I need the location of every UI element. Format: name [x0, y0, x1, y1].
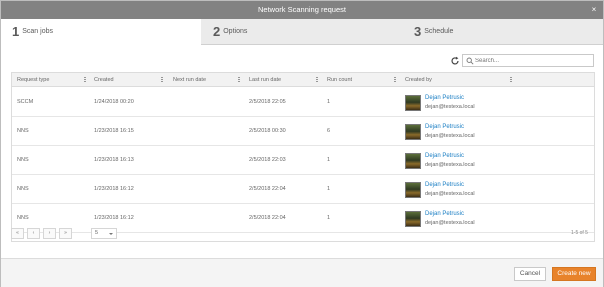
last-page-button[interactable]: »: [59, 228, 72, 239]
cancel-button[interactable]: Cancel: [514, 267, 546, 281]
cell-last-run: 2/5/2018 22:03: [249, 157, 286, 163]
avatar: [405, 182, 421, 198]
title-bar: Network Scanning request ×: [1, 1, 603, 19]
column-menu-icon[interactable]: [509, 76, 513, 84]
user-name-link[interactable]: Dejan Petrusic: [425, 152, 464, 160]
table-row[interactable]: NNS 1/23/2018 16:12 2/5/2018 22:04 1 Dej…: [12, 175, 594, 204]
tab-schedule[interactable]: 3 Schedule: [414, 19, 594, 45]
avatar: [405, 211, 421, 227]
user-name-link[interactable]: Dejan Petrusic: [425, 210, 464, 218]
column-menu-icon[interactable]: [393, 76, 397, 84]
close-icon[interactable]: ×: [588, 4, 600, 16]
cell-request-type: NNS: [17, 157, 29, 163]
page-info: 1-5 of 5: [571, 230, 588, 236]
user-email: dejan@testexa.local: [425, 162, 475, 168]
user-name-link[interactable]: Dejan Petrusic: [425, 181, 464, 189]
tab-label: Scan jobs: [22, 28, 53, 35]
tab-label: Options: [223, 28, 248, 35]
tab-options[interactable]: 2 Options: [213, 19, 403, 45]
column-header-request-type[interactable]: Request type: [17, 73, 49, 87]
cell-request-type: SCCM: [17, 99, 34, 105]
column-header-next-run-date[interactable]: Next run date: [173, 73, 206, 87]
user-name-link[interactable]: Dejan Petrusic: [425, 94, 464, 102]
prev-page-button[interactable]: ‹: [27, 228, 40, 239]
cell-last-run: 2/5/2018 00:30: [249, 128, 286, 134]
column-menu-icon[interactable]: [83, 76, 87, 84]
avatar: [405, 95, 421, 111]
column-header-last-run-date[interactable]: Last run date: [249, 73, 281, 87]
user-email: dejan@testexa.local: [425, 220, 475, 226]
column-menu-icon[interactable]: [315, 76, 319, 84]
avatar: [405, 153, 421, 169]
cell-created: 1/23/2018 16:13: [94, 157, 134, 163]
cell-last-run: 2/5/2018 22:05: [249, 99, 286, 105]
page-size-select[interactable]: 5: [91, 228, 117, 239]
create-new-button[interactable]: Create new: [552, 267, 596, 281]
scan-jobs-table: Request type Created Next run date Last …: [11, 72, 595, 242]
cell-run-count: 6: [327, 128, 331, 134]
wizard-tabs: 1 Scan jobs 2 Options 3 Schedule: [1, 19, 603, 46]
window-title: Network Scanning request: [258, 5, 346, 14]
column-menu-icon[interactable]: [160, 76, 164, 84]
search-input[interactable]: [475, 56, 591, 66]
refresh-icon[interactable]: [450, 56, 460, 66]
column-header-created-by[interactable]: Created by: [405, 73, 432, 87]
search-icon: [466, 57, 474, 65]
cell-request-type: NNS: [17, 186, 29, 192]
cell-request-type: NNS: [17, 128, 29, 134]
table-header: Request type Created Next run date Last …: [12, 73, 594, 87]
cell-run-count: 1: [327, 186, 331, 192]
column-header-run-count[interactable]: Run count: [327, 73, 352, 87]
cell-run-count: 1: [327, 157, 331, 163]
cell-run-count: 1: [327, 215, 331, 221]
cell-last-run: 2/5/2018 22:04: [249, 215, 286, 221]
cell-created: 1/23/2018 16:12: [94, 186, 134, 192]
cell-run-count: 1: [327, 99, 331, 105]
table-row[interactable]: NNS 1/23/2018 16:13 2/5/2018 22:03 1 Dej…: [12, 146, 594, 175]
column-header-created[interactable]: Created: [94, 73, 114, 87]
tab-number: 2: [213, 24, 221, 39]
table-row[interactable]: SCCM 1/24/2018 00:20 2/5/2018 22:05 1 De…: [12, 88, 594, 117]
table-row[interactable]: NNS 1/23/2018 16:15 2/5/2018 00:30 6 Dej…: [12, 117, 594, 146]
tab-label: Schedule: [424, 28, 454, 35]
user-email: dejan@testexa.local: [425, 133, 475, 139]
dialog-footer: Cancel Create new: [1, 258, 603, 287]
cell-created: 1/24/2018 00:20: [94, 99, 134, 105]
next-page-button[interactable]: ›: [43, 228, 56, 239]
chevron-down-icon: [109, 233, 113, 235]
user-email: dejan@testexa.local: [425, 191, 475, 197]
user-email: dejan@testexa.local: [425, 104, 475, 110]
cell-created: 1/23/2018 16:15: [94, 128, 134, 134]
column-menu-icon[interactable]: [237, 76, 241, 84]
page-size-value: 5: [95, 230, 99, 236]
tab-scan-jobs[interactable]: 1 Scan jobs: [1, 19, 201, 46]
tab-number: 3: [414, 24, 422, 39]
user-name-link[interactable]: Dejan Petrusic: [425, 123, 464, 131]
network-scanning-dialog: Network Scanning request × 1 Scan jobs 2O…: [0, 0, 604, 287]
avatar: [405, 124, 421, 140]
search-field[interactable]: [462, 54, 594, 67]
tab-number: 1: [12, 24, 20, 39]
first-page-button[interactable]: «: [11, 228, 24, 239]
cell-last-run: 2/5/2018 22:04: [249, 186, 286, 192]
